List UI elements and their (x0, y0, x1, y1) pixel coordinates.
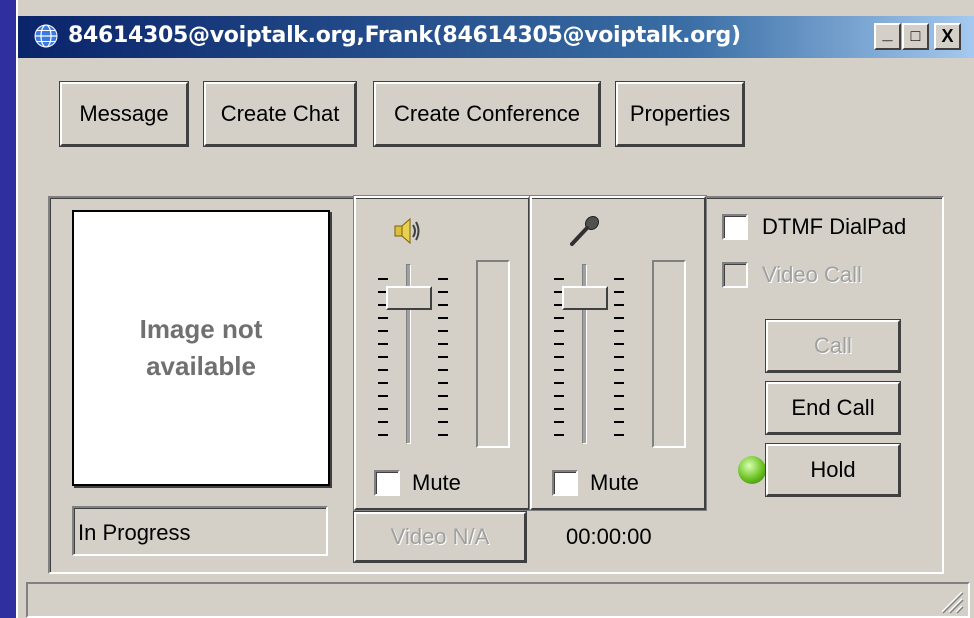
call-timer: 00:00:00 (566, 524, 652, 549)
title-bar[interactable]: 84614305@voiptalk.org,Frank(84614305@voi… (18, 16, 974, 58)
speaker-level-meter (476, 260, 510, 448)
dtmf-dialpad-label: DTMF DialPad (762, 214, 907, 239)
properties-button[interactable]: Properties (615, 81, 745, 147)
window-title: 84614305@voiptalk.org,Frank(84614305@voi… (68, 23, 741, 48)
message-button[interactable]: Message (59, 81, 189, 147)
video-call-label: Video Call (762, 262, 862, 287)
microphone-volume-slider[interactable] (562, 285, 608, 310)
maximize-icon: □ (910, 27, 921, 45)
microphone-ticks-right (614, 278, 624, 436)
status-led-icon (738, 456, 766, 484)
microphone-icon (570, 215, 600, 246)
speaker-volume-slider[interactable] (386, 285, 432, 310)
speaker-mute-checkbox[interactable] (374, 470, 400, 496)
video-placeholder-line2: available (146, 351, 256, 381)
call-window: 84614305@voiptalk.org,Frank(84614305@voi… (16, 0, 974, 618)
speaker-panel: Mute (353, 195, 531, 511)
close-button[interactable]: X (934, 23, 961, 50)
microphone-level-meter (652, 260, 686, 448)
globe-icon (34, 24, 58, 48)
speaker-mute-label: Mute (412, 470, 461, 495)
minimize-icon: _ (882, 23, 893, 43)
call-status-field: In Progress (72, 506, 328, 556)
microphone-mute-label: Mute (590, 470, 639, 495)
create-conference-button[interactable]: Create Conference (373, 81, 601, 147)
hold-button[interactable]: Hold (765, 443, 901, 497)
video-button[interactable]: Video N/A (353, 511, 527, 563)
status-bar (26, 582, 970, 618)
speaker-icon (394, 217, 420, 245)
resize-grip-icon[interactable] (938, 588, 964, 614)
microphone-mute-checkbox[interactable] (552, 470, 578, 496)
dtmf-dialpad-checkbox[interactable] (722, 214, 748, 240)
minimize-button[interactable]: _ (874, 23, 901, 50)
maximize-button[interactable]: □ (902, 23, 929, 50)
video-call-checkbox[interactable] (722, 262, 748, 288)
close-icon: X (941, 26, 954, 46)
microphone-panel: Mute (529, 195, 707, 511)
create-chat-button[interactable]: Create Chat (203, 81, 357, 147)
video-placeholder-line1: Image not (139, 314, 263, 344)
call-button[interactable]: Call (765, 319, 901, 373)
video-preview: Image not available (72, 210, 330, 486)
speaker-ticks-right (438, 278, 448, 436)
end-call-button[interactable]: End Call (765, 381, 901, 435)
